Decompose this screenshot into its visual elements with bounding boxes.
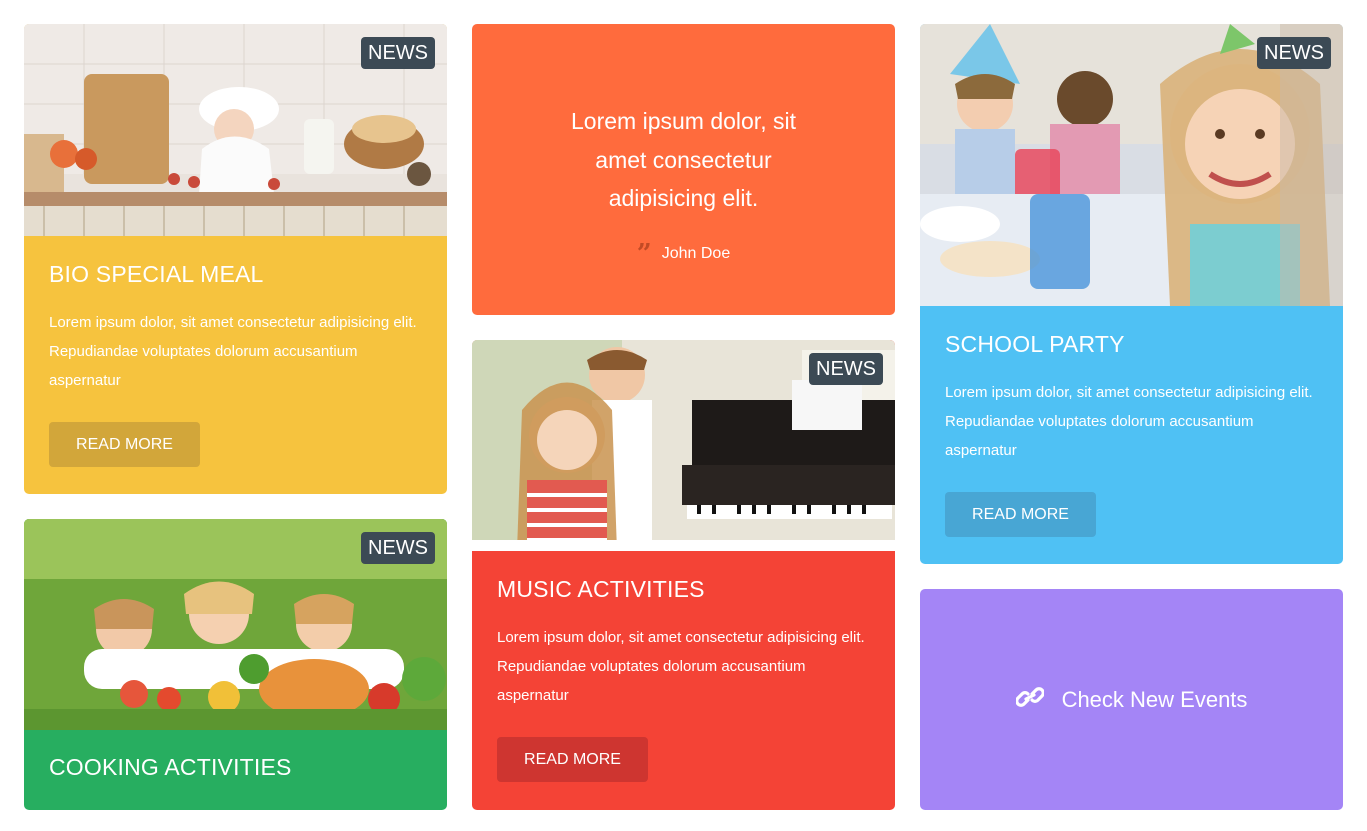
news-card-cooking-activities: NEWS COOKING ACTIVITIES — [24, 519, 447, 810]
news-card-music-activities: NEWS MUSIC ACTIVITIES Lorem ipsum dolor,… — [472, 340, 895, 810]
kids-piano-image: NEWS — [472, 340, 895, 551]
read-more-button[interactable]: READ MORE — [497, 737, 648, 782]
news-card-school-party: NEWS SCHOOL PARTY Lorem ipsum dolor, sit… — [920, 24, 1343, 564]
news-badge: NEWS — [361, 37, 435, 69]
card-title: SCHOOL PARTY — [945, 331, 1125, 357]
news-badge: NEWS — [1257, 37, 1331, 69]
card-title: MUSIC ACTIVITIES — [497, 576, 705, 602]
card-title: COOKING ACTIVITIES — [49, 754, 292, 780]
quote-icon: ” — [636, 238, 652, 269]
card-description: Lorem ipsum dolor, sit amet consectetur … — [49, 314, 417, 389]
kitchen-baby-chef-image: NEWS — [24, 24, 447, 236]
read-more-button[interactable]: READ MORE — [49, 422, 200, 467]
testimonial-card: Lorem ipsum dolor, sit amet consectetur … — [472, 24, 895, 315]
events-label: Check New Events — [1061, 686, 1248, 712]
author-name: John Doe — [661, 244, 731, 262]
news-badge: NEWS — [361, 532, 435, 564]
news-card-bio-special-meal: NEWS BIO SPECIAL MEAL Lorem ipsum dolor,… — [24, 24, 447, 494]
card-title: BIO SPECIAL MEAL — [49, 261, 264, 287]
kids-party-image: NEWS — [920, 24, 1343, 306]
news-badge: NEWS — [809, 353, 883, 385]
kids-vegetables-image: NEWS — [24, 519, 447, 730]
link-icon — [1014, 685, 1045, 714]
read-more-button[interactable]: READ MORE — [945, 492, 1096, 537]
quote-text: Lorem ipsum dolor, sit amet consectetur … — [571, 108, 796, 211]
check-new-events-link[interactable]: Check New Events — [920, 589, 1343, 810]
card-description: Lorem ipsum dolor, sit amet consectetur … — [945, 384, 1313, 459]
quote-author: ” John Doe — [472, 238, 895, 269]
card-description: Lorem ipsum dolor, sit amet consectetur … — [497, 629, 865, 704]
